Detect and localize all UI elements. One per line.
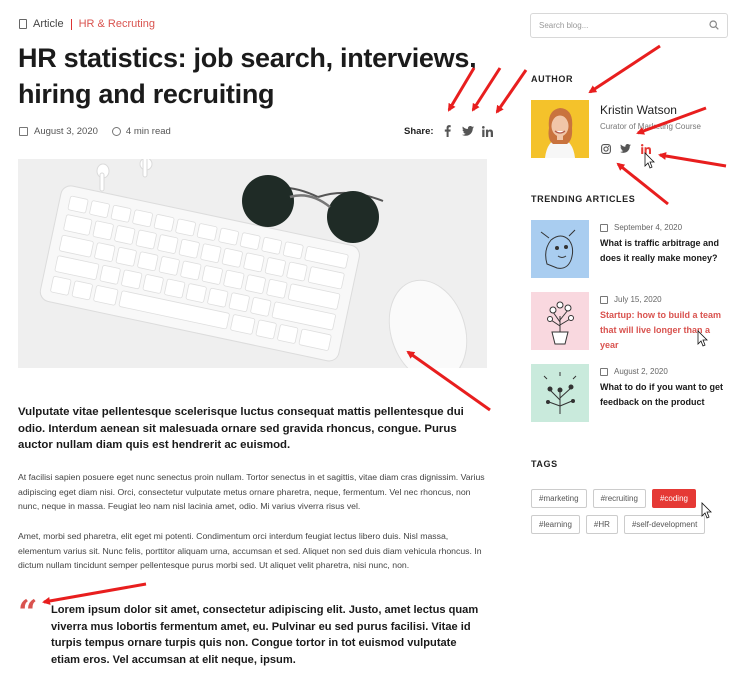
breadcrumb-category[interactable]: HR & Recruting: [79, 18, 155, 30]
twitter-icon[interactable]: [461, 125, 474, 137]
author-name[interactable]: Kristin Watson: [600, 103, 677, 117]
share-bar: Share:: [404, 125, 494, 137]
article-date: August 3, 2020: [34, 126, 98, 137]
trending-date: September 4, 2020: [600, 223, 682, 232]
tag[interactable]: #HR: [585, 515, 618, 534]
calendar-icon: [600, 295, 608, 304]
share-label: Share:: [404, 125, 434, 137]
tag[interactable]: #marketing: [531, 489, 587, 508]
article-title: HR statistics: job search, interviews, h…: [18, 43, 477, 109]
avatar[interactable]: [531, 100, 589, 158]
breadcrumb: Article HR & Recruting: [19, 18, 155, 30]
trending-item[interactable]: August 2, 2020 What to do if you want to…: [531, 364, 731, 422]
tag-row: #marketing #recruiting #coding: [531, 489, 731, 508]
twitter-icon[interactable]: [620, 143, 631, 154]
trending-date: July 15, 2020: [600, 295, 662, 304]
author-heading: AUTHOR: [531, 74, 574, 84]
keyboard-mouse-sunglasses-illustration: [18, 159, 487, 368]
calendar-icon: [600, 223, 608, 232]
trending-date-text: August 2, 2020: [614, 367, 668, 376]
facebook-icon[interactable]: [442, 125, 454, 137]
annotation-arrow: [588, 44, 661, 94]
calendar-icon: [600, 367, 608, 376]
search-input[interactable]: [539, 21, 709, 30]
document-icon: [19, 19, 27, 29]
hero-image: [18, 159, 487, 368]
author-role: Curator of Marketing Course: [600, 122, 701, 131]
breadcrumb-type[interactable]: Article: [33, 18, 64, 30]
trending-item[interactable]: September 4, 2020 What is traffic arbitr…: [531, 220, 731, 278]
tags-heading: TAGS: [531, 459, 558, 469]
tag-cloud: #marketing #recruiting #coding #learning…: [531, 489, 731, 541]
annotation-arrow: [658, 152, 727, 168]
tag[interactable]: #recruiting: [592, 489, 646, 508]
trending-date: August 2, 2020: [600, 367, 668, 376]
tag-row: #learning #HR #self-development: [531, 515, 731, 534]
calendar-icon: [19, 127, 28, 136]
tag[interactable]: #self-development: [623, 515, 706, 534]
search-icon[interactable]: [709, 17, 719, 35]
blockquote: Lorem ipsum dolor sit amet, consectetur …: [51, 604, 479, 666]
tag-active[interactable]: #coding: [651, 489, 696, 508]
trending-thumbnail[interactable]: [531, 364, 589, 422]
breadcrumb-divider: [70, 18, 72, 30]
trending-title[interactable]: What is traffic arbitrage and does it re…: [600, 236, 730, 266]
article-lead: Vulputate vitae pellentesque scelerisque…: [18, 406, 464, 451]
search-box: [530, 13, 728, 38]
trending-title[interactable]: Startup: how to build a team that will l…: [600, 308, 730, 353]
trending-heading: TRENDING ARTICLES: [531, 194, 636, 204]
trending-date-text: July 15, 2020: [614, 295, 662, 304]
trending-date-text: September 4, 2020: [614, 223, 683, 232]
trending-title[interactable]: What to do if you want to get feedback o…: [600, 380, 730, 410]
trending-item[interactable]: July 15, 2020 Startup: how to build a te…: [531, 292, 731, 350]
linkedin-icon[interactable]: [640, 143, 651, 154]
trending-thumbnail[interactable]: [531, 220, 589, 278]
cursor-icon: [644, 152, 655, 169]
tag[interactable]: #learning: [531, 515, 580, 534]
annotation-arrow: [495, 69, 528, 114]
quote-icon: “: [18, 593, 38, 633]
read-time: 4 min read: [125, 126, 171, 137]
article-paragraph: Amet, morbi sed pharetra, elit eget mi p…: [18, 531, 482, 570]
article-meta: August 3, 2020 4 min read: [19, 126, 171, 137]
annotation-arrow: [42, 582, 147, 605]
author-social-links: [600, 143, 651, 154]
clock-icon: [111, 127, 121, 136]
instagram-icon[interactable]: [600, 143, 611, 154]
linkedin-icon[interactable]: [482, 125, 494, 137]
article-paragraph: At facilisi sapien posuere eget nunc sen…: [18, 472, 485, 511]
trending-thumbnail[interactable]: [531, 292, 589, 350]
